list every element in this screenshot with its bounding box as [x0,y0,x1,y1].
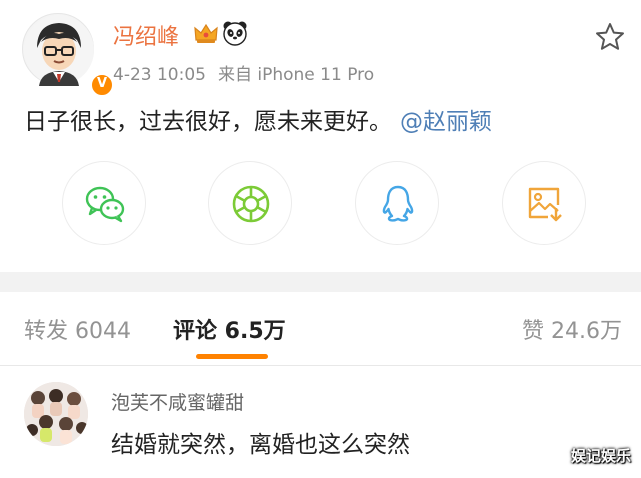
share-wechat-button[interactable] [62,161,146,245]
post-date: 4-23 10:05 [113,65,206,85]
qq-icon [382,185,414,222]
active-tab-indicator [196,354,268,359]
comment-text: 结婚就突然，离婚也这么突然 [111,432,410,458]
post-source: 来自 iPhone 11 Pro [217,65,375,85]
verified-badge: V [89,72,115,98]
section-divider [0,272,641,292]
commenter-avatar[interactable] [24,382,88,446]
panda-icon [223,21,247,46]
share-qq-button[interactable] [355,161,439,245]
tabs-divider [0,365,641,366]
tab-repost[interactable]: 转发 6044 [24,313,131,345]
tab-comments[interactable]: 评论 6.5万 [173,313,286,345]
wechat-icon [85,186,125,223]
post-meta: 4-23 10:05 来自 iPhone 11 Pro [113,60,374,85]
author-avatar-illustration [24,15,94,86]
favorite-star-icon[interactable] [594,21,626,53]
save-image-button[interactable] [502,161,586,245]
weibo-post-page: V 冯绍峰 4-23 10:05 来自 iPhone 11 Pro 日子很长，过去… [0,0,641,478]
mention-link[interactable]: @赵丽颖 [400,109,492,135]
verified-badge-letter: V [96,76,108,91]
save-image-icon [528,187,562,222]
crown-icon [194,23,218,43]
tab-likes[interactable]: 赞 24.6万 [522,313,622,345]
commenter-avatar-photo [24,382,88,446]
share-moments-button[interactable] [208,161,292,245]
post-content: 日子很长，过去很好，愿未来更好。 [24,109,392,135]
watermark: 娱记娱乐 [570,447,631,465]
author-avatar[interactable]: V [22,13,115,98]
post-text: 日子很长，过去很好，愿未来更好。 @赵丽颖 [24,102,492,136]
moments-icon [232,185,270,223]
author-name[interactable]: 冯绍峰 [113,19,179,51]
commenter-name[interactable]: 泡芙不咸蜜罐甜 [111,388,244,415]
